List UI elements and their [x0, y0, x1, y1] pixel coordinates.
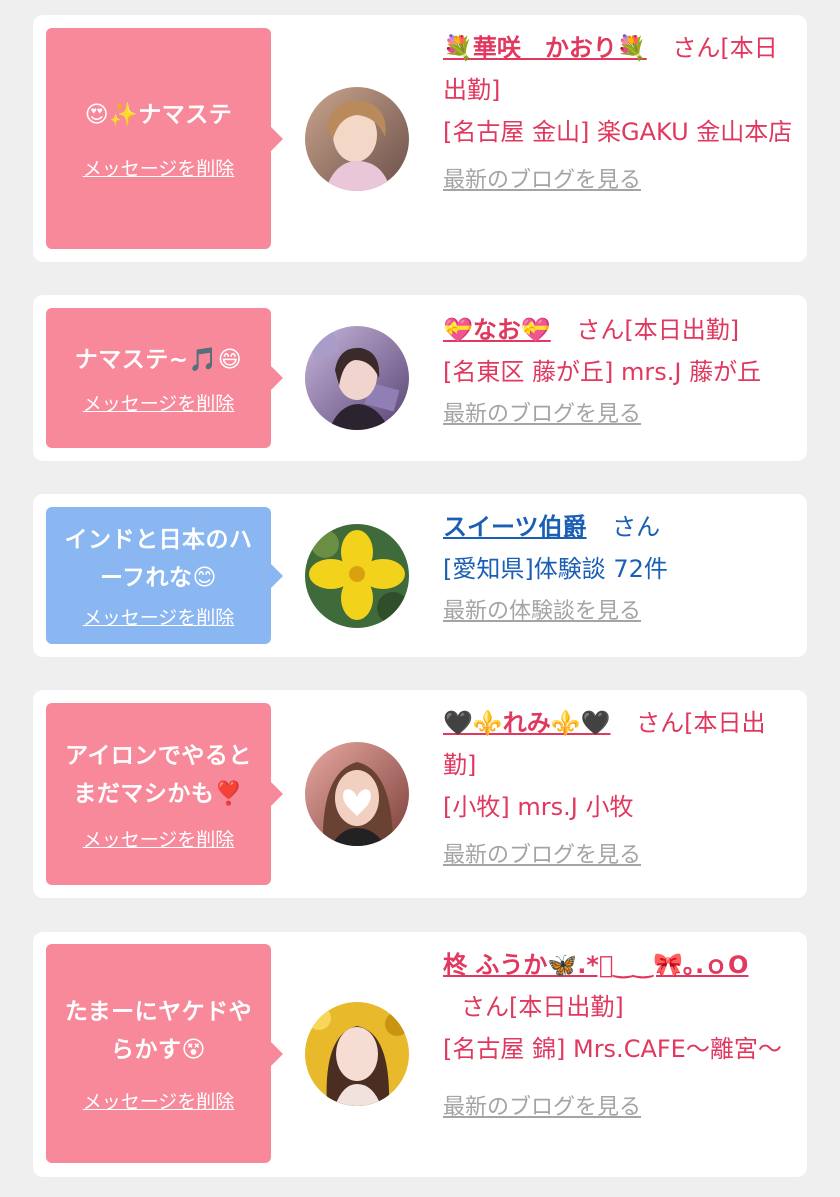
list-item: 😍✨ナマステ メッセージを削除 💐華咲 かおり💐 さん[本日出勤] [名古屋 金… — [33, 15, 807, 262]
honorific: さん — [612, 513, 661, 541]
cast-info: 柊 ふうか🦋.*ﾟ‿‿🎀｡.ｏO さん[本日出勤] [名古屋 錦] Mrs.CA… — [443, 944, 797, 1124]
message-bubble: アイロンでやるとまだマシかも❣️ メッセージを削除 — [46, 703, 283, 885]
cast-name-link[interactable]: 💐華咲 かおり💐 — [443, 34, 647, 62]
shop-info: [名古屋 金山] 楽GAKU 金山本店 — [443, 118, 793, 146]
list-item: ナマステ~🎵😄 メッセージを削除 💝なお💝 さん[本日出勤] [名東区 藤が丘]… — [33, 295, 807, 461]
avatar[interactable] — [305, 87, 409, 191]
cast-info: 💐華咲 かおり💐 さん[本日出勤] [名古屋 金山] 楽GAKU 金山本店 最新… — [443, 27, 797, 197]
delete-message-link[interactable]: メッセージを削除 — [83, 825, 235, 852]
avatar[interactable] — [305, 524, 409, 628]
delete-message-link[interactable]: メッセージを削除 — [83, 1087, 235, 1114]
cast-name-link[interactable]: 柊 ふうか🦋.*ﾟ‿‿🎀｡.ｏO — [443, 951, 748, 979]
review-count-info: [愛知県]体験談 72件 — [443, 555, 668, 583]
message-bubble: 😍✨ナマステ メッセージを削除 — [46, 28, 283, 249]
honorific-status: さん[本日出勤] — [461, 993, 624, 1021]
message-bubble: たまーにヤケドやらかす😵 メッセージを削除 — [46, 944, 283, 1163]
list-item: アイロンでやるとまだマシかも❣️ メッセージを削除 🖤⚜️れみ⚜️🖤 さん[本日… — [33, 690, 807, 898]
message-bubble: インドと日本のハーフれな😊 メッセージを削除 — [46, 507, 283, 644]
list-item: インドと日本のハーフれな😊 メッセージを削除 スイーツ伯爵 さん [愛知県]体験… — [33, 494, 807, 657]
blog-link[interactable]: 最新のブログを見る — [443, 165, 797, 197]
avatar[interactable] — [305, 326, 409, 430]
blog-link[interactable]: 最新のブログを見る — [443, 399, 797, 431]
reviewer-name-link[interactable]: スイーツ伯爵 — [443, 513, 587, 541]
blog-link[interactable]: 最新のブログを見る — [443, 1092, 797, 1124]
honorific-status: さん[本日出勤] — [576, 316, 740, 344]
cast-info: 💝なお💝 さん[本日出勤] [名東区 藤が丘] mrs.J 藤が丘 最新のブログ… — [443, 309, 797, 431]
delete-message-link[interactable]: メッセージを削除 — [83, 389, 235, 416]
shop-info: [小牧] mrs.J 小牧 — [443, 793, 634, 821]
message-list: 😍✨ナマステ メッセージを削除 💐華咲 かおり💐 さん[本日出勤] [名古屋 金… — [0, 0, 840, 1197]
avatar[interactable] — [305, 1002, 409, 1106]
cast-info: 🖤⚜️れみ⚜️🖤 さん[本日出勤] [小牧] mrs.J 小牧 最新のブログを見… — [443, 702, 797, 872]
message-bubble: ナマステ~🎵😄 メッセージを削除 — [46, 308, 283, 448]
delete-message-link[interactable]: メッセージを削除 — [83, 603, 235, 630]
bubble-message-text: アイロンでやるとまだマシかも❣️ — [65, 742, 252, 807]
delete-message-link[interactable]: メッセージを削除 — [83, 154, 235, 181]
shop-info: [名東区 藤が丘] mrs.J 藤が丘 — [443, 358, 762, 386]
reviewer-info: スイーツ伯爵 さん [愛知県]体験談 72件 最新の体験談を見る — [443, 506, 797, 628]
bubble-message-text: 😍✨ナマステ — [84, 102, 233, 128]
review-link[interactable]: 最新の体験談を見る — [443, 596, 797, 628]
list-item: たまーにヤケドやらかす😵 メッセージを削除 柊 ふうか🦋.*ﾟ‿‿🎀｡.ｏO さ… — [33, 932, 807, 1177]
shop-info: [名古屋 錦] Mrs.CAFE〜離宮〜 — [443, 1035, 782, 1063]
bubble-message-text: たまーにヤケドやらかす😵 — [64, 999, 253, 1063]
blog-link[interactable]: 最新のブログを見る — [443, 840, 797, 872]
cast-name-link[interactable]: 💝なお💝 — [443, 316, 551, 344]
avatar[interactable] — [305, 742, 409, 846]
cast-name-link[interactable]: 🖤⚜️れみ⚜️🖤 — [443, 709, 611, 737]
bubble-message-text: インドと日本のハーフれな😊 — [64, 527, 253, 591]
bubble-message-text: ナマステ~🎵😄 — [74, 346, 243, 373]
